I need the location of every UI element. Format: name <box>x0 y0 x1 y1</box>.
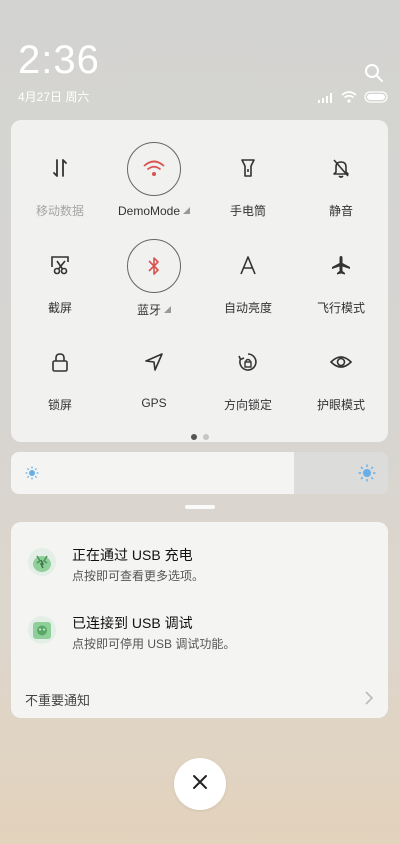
tile-label: 锁屏 <box>47 398 72 412</box>
tile-label: GPS <box>141 396 167 410</box>
tile-label: 护眼模式 <box>316 398 365 412</box>
screenshot-icon <box>34 239 86 291</box>
tile-gps[interactable]: GPS <box>107 336 201 410</box>
tile-label: 截屏 <box>47 301 72 315</box>
close-button[interactable] <box>174 758 226 810</box>
tile-airplane[interactable]: 飞行模式 <box>294 239 388 316</box>
page-dot-active[interactable] <box>190 434 197 440</box>
tile-auto-brightness[interactable]: 自动亮度 <box>201 239 295 316</box>
search-icon[interactable] <box>364 63 384 83</box>
lock-icon <box>34 336 86 388</box>
tile-mute[interactable]: 静音 <box>294 142 388 219</box>
drag-handle[interactable] <box>185 505 215 509</box>
tile-label: 移动数据 <box>35 204 84 218</box>
close-icon <box>192 774 208 795</box>
tile-eye-care[interactable]: 护眼模式 <box>294 336 388 413</box>
tile-demomode[interactable]: DemoMode <box>107 142 201 218</box>
tile-label: DemoMode <box>107 204 201 218</box>
tile-label: 飞行模式 <box>316 301 365 315</box>
date: 4月27日 周六 <box>18 90 90 104</box>
tile-rotation-lock[interactable]: 方向锁定 <box>201 336 295 413</box>
tile-label: 自动亮度 <box>223 301 272 315</box>
wifi-icon <box>341 90 357 108</box>
tile-screenshot[interactable]: 截屏 <box>13 239 107 316</box>
tile-label: 手电筒 <box>229 204 266 218</box>
quick-settings-panel: 移动数据 DemoMode 手电筒 静音 截屏 蓝牙 自动亮度 飞行模式 锁屏 … <box>11 120 388 442</box>
notification-item[interactable]: 正在通过 USB 充电 点按即可查看更多选项。 <box>11 543 388 587</box>
rotation-lock-icon <box>222 336 274 388</box>
notification-subtitle: 点按即可查看更多选项。 <box>72 569 205 583</box>
notification-title: 正在通过 USB 充电 <box>72 547 193 563</box>
wifi-icon <box>127 142 181 196</box>
notification-subtitle: 点按即可停用 USB 调试功能。 <box>72 637 236 651</box>
tile-lock-screen[interactable]: 锁屏 <box>13 336 107 413</box>
tile-bluetooth[interactable]: 蓝牙 <box>107 239 201 318</box>
eye-icon <box>315 336 367 388</box>
brightness-slider[interactable] <box>11 452 388 494</box>
signal-icon <box>318 90 334 108</box>
bluetooth-icon <box>127 239 181 293</box>
brightness-fill <box>11 452 294 494</box>
tile-label-text: 蓝牙 <box>136 303 161 317</box>
unimportant-notifications-label[interactable]: 不重要通知 <box>25 690 90 709</box>
notification-title: 已连接到 USB 调试 <box>72 615 193 631</box>
usb-charge-icon <box>27 547 57 577</box>
clock: 2:36 <box>18 38 100 82</box>
tile-label: 静音 <box>328 204 353 218</box>
status-area: 2:36 4月27日 周六 <box>18 38 100 105</box>
sun-small-icon <box>25 466 39 485</box>
tile-label: 蓝牙 <box>107 301 201 318</box>
notification-item[interactable]: 已连接到 USB 调试 点按即可停用 USB 调试功能。 <box>11 611 388 655</box>
tile-label-text: DemoMode <box>117 204 181 218</box>
location-arrow-icon <box>128 336 180 388</box>
mute-bell-icon <box>315 142 367 194</box>
system-status-icons <box>318 90 390 108</box>
tile-flashlight[interactable]: 手电筒 <box>201 142 295 219</box>
page-dot[interactable] <box>202 434 209 440</box>
battery-icon <box>364 90 390 108</box>
airplane-icon <box>315 239 367 291</box>
chevron-right-icon[interactable] <box>364 690 374 711</box>
tile-mobile-data[interactable]: 移动数据 <box>13 142 107 219</box>
flashlight-icon <box>222 142 274 194</box>
auto-brightness-icon <box>222 239 274 291</box>
mobile-data-icon <box>34 142 86 194</box>
notification-card: 正在通过 USB 充电 点按即可查看更多选项。 已连接到 USB 调试 点按即可… <box>11 522 388 718</box>
tile-label: 方向锁定 <box>223 398 272 412</box>
sun-large-icon <box>358 464 376 487</box>
usb-debug-icon <box>27 615 57 645</box>
page-indicator <box>11 434 388 440</box>
expand-triangle-icon <box>164 306 171 313</box>
expand-triangle-icon <box>183 207 191 214</box>
